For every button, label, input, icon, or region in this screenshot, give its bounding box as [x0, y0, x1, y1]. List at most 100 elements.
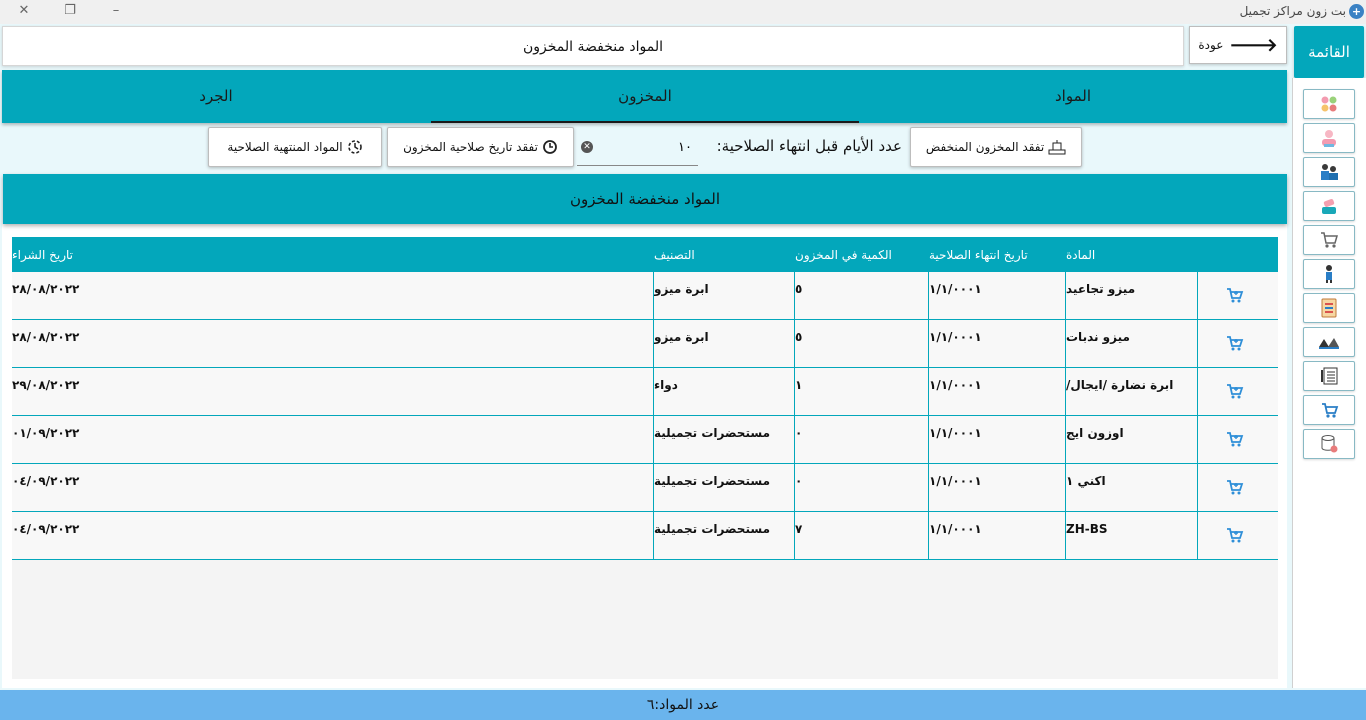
table-row[interactable]: ميزو تجاعيد ١/١/٠٠٠١ ٥ ابرة ميزو ٢٨/٠٨/٢…	[12, 272, 1278, 320]
cell-item: ميزو تجاعيد	[1066, 272, 1198, 319]
service-icon	[1326, 265, 1332, 283]
table-row[interactable]: ميزو ندبات ١/١/٠٠٠١ ٥ ابرة ميزو ٢٨/٠٨/٢٠…	[12, 320, 1278, 368]
page-title: المواد منخفضة المخزون	[2, 26, 1184, 66]
table-row[interactable]: ZH-BS ١/١/٠٠٠١ ٧ مستحضرات تجميلية ٠٤/٠٩/…	[12, 512, 1278, 560]
tab-bar: المواد المخزون الجرد	[2, 70, 1287, 123]
cell-expiry: ١/١/٠٠٠١	[929, 512, 1066, 559]
table-header: المادة تاريخ انتهاء الصلاحية الكمية في ا…	[12, 237, 1278, 272]
menu-button-purchases[interactable]	[1303, 225, 1355, 255]
menu-button-sales[interactable]	[1303, 395, 1355, 425]
cell-purchase-date: ٢٩/٠٨/٢٠٢٢	[12, 368, 654, 415]
cell-item: ZH-BS	[1066, 512, 1198, 559]
refresh-clock-icon	[543, 140, 557, 154]
sidebar	[1292, 78, 1366, 688]
cell-expiry: ١/١/٠٠٠١	[929, 272, 1066, 319]
add-to-cart-icon[interactable]	[1226, 382, 1244, 400]
clear-input-icon[interactable]: ✕	[581, 141, 593, 153]
cell-category: ابرة ميزو	[654, 272, 795, 319]
cell-purchase-date: ٠٤/٠٩/٢٠٢٢	[12, 512, 654, 559]
menu-button-notebook[interactable]	[1303, 361, 1355, 391]
close-window-icon[interactable]: ✕	[14, 2, 34, 20]
status-bar: عدد المواد:٦	[0, 690, 1366, 720]
menu-button-reports[interactable]	[1303, 293, 1355, 323]
cell-purchase-date: ٢٨/٠٨/٢٠٢٢	[12, 272, 654, 319]
cell-purchase-date: ٢٨/٠٨/٢٠٢٢	[12, 320, 654, 367]
cell-quantity: ٠	[795, 464, 929, 511]
tab-stocktaking[interactable]: الجرد	[2, 70, 430, 123]
cell-purchase-date: ٠١/٠٩/٢٠٢٢	[12, 416, 654, 463]
menu-button-database[interactable]	[1303, 429, 1355, 459]
days-before-expiry-input[interactable]	[577, 130, 698, 166]
cell-expiry: ١/١/٠٠٠١	[929, 464, 1066, 511]
window-titlebar: ✕ ❐ – بت زون مراكز تجميل +	[0, 0, 1366, 24]
add-to-cart-icon[interactable]	[1226, 526, 1244, 544]
cell-expiry: ١/١/٠٠٠١	[929, 416, 1066, 463]
menu-button-categories[interactable]	[1303, 89, 1355, 119]
sales-icon	[1322, 403, 1339, 418]
check-expiry-button[interactable]: تفقد تاريخ صلاحية المخزون	[387, 127, 574, 167]
database-icon	[1321, 435, 1338, 453]
products-icon	[1322, 199, 1336, 214]
cell-quantity: ٥	[795, 272, 929, 319]
column-header-expiry[interactable]: تاريخ انتهاء الصلاحية	[929, 237, 1066, 272]
tab-items[interactable]: المواد	[859, 70, 1287, 123]
column-header-category[interactable]: التصنيف	[654, 237, 795, 272]
low-stock-table: المادة تاريخ انتهاء الصلاحية الكمية في ا…	[12, 237, 1278, 679]
cell-quantity: ٠	[795, 416, 929, 463]
table-row[interactable]: ابرة نضارة /ايجال/ ١/١/٠٠٠١ ١ دواء ٢٩/٠٨…	[12, 368, 1278, 416]
cell-purchase-date: ٠٤/٠٩/٢٠٢٢	[12, 464, 654, 511]
column-header-item[interactable]: المادة	[1066, 237, 1198, 272]
column-header-quantity[interactable]: الكمية في المخزون	[795, 237, 929, 272]
cell-item: ميزو ندبات	[1066, 320, 1198, 367]
app-logo-icon: +	[1349, 4, 1364, 19]
suppliers-icon	[1319, 338, 1339, 349]
window-title: بت زون مراكز تجميل	[1239, 4, 1346, 18]
cell-category: مستحضرات تجميلية	[654, 512, 795, 559]
cell-category: مستحضرات تجميلية	[654, 416, 795, 463]
section-title: المواد منخفضة المخزون	[3, 174, 1287, 224]
back-button-label: عودة	[1198, 38, 1224, 52]
minimize-window-icon[interactable]: –	[106, 2, 126, 20]
expired-items-icon	[347, 140, 362, 154]
restore-window-icon[interactable]: ❐	[60, 2, 80, 20]
menu-button-clients[interactable]	[1303, 123, 1355, 153]
tab-inventory[interactable]: المخزون	[431, 70, 859, 123]
days-before-expiry-label: عدد الأيام قبل انتهاء الصلاحية:	[716, 137, 902, 155]
menu-button-employees[interactable]	[1303, 157, 1355, 187]
menu-title[interactable]: القائمة	[1294, 26, 1364, 78]
cell-category: مستحضرات تجميلية	[654, 464, 795, 511]
menu-button-suppliers[interactable]	[1303, 327, 1355, 357]
add-to-cart-icon[interactable]	[1226, 430, 1244, 448]
expired-items-button[interactable]: المواد المنتهية الصلاحية	[208, 127, 382, 167]
add-to-cart-icon[interactable]	[1226, 334, 1244, 352]
cell-item: اكني ١	[1066, 464, 1198, 511]
table-row[interactable]: اوزون ايج ١/١/٠٠٠١ ٠ مستحضرات تجميلية ٠١…	[12, 416, 1278, 464]
cell-quantity: ٧	[795, 512, 929, 559]
beauty-clients-icon	[1322, 130, 1336, 147]
cell-category: ابرة ميزو	[654, 320, 795, 367]
expired-items-label: المواد المنتهية الصلاحية	[227, 140, 343, 154]
check-expiry-label: تفقد تاريخ صلاحية المخزون	[403, 140, 538, 154]
scale-icon	[1048, 140, 1066, 155]
notebook-icon	[1321, 367, 1338, 385]
cell-quantity: ١	[795, 368, 929, 415]
cell-expiry: ١/١/٠٠٠١	[929, 368, 1066, 415]
back-button[interactable]: 🡒 عودة	[1189, 26, 1287, 64]
check-low-stock-label: تفقد المخزون المنخفض	[925, 140, 1045, 154]
cell-expiry: ١/١/٠٠٠١	[929, 320, 1066, 367]
employees-icon	[1321, 164, 1338, 180]
menu-button-services[interactable]	[1303, 259, 1355, 289]
check-low-stock-button[interactable]: تفقد المخزون المنخفض	[910, 127, 1082, 167]
column-header-purchase-date[interactable]: تاريخ الشراء	[12, 237, 654, 272]
table-row[interactable]: اكني ١ ١/١/٠٠٠١ ٠ مستحضرات تجميلية ٠٤/٠٩…	[12, 464, 1278, 512]
add-to-cart-icon[interactable]	[1226, 478, 1244, 496]
cell-item: ابرة نضارة /ايجال/	[1066, 368, 1198, 415]
cell-quantity: ٥	[795, 320, 929, 367]
shopping-cart-icon	[1321, 232, 1338, 248]
report-icon	[1321, 298, 1337, 318]
cell-item: اوزون ايج	[1066, 416, 1198, 463]
menu-button-products[interactable]	[1303, 191, 1355, 221]
arrow-right-icon: 🡒	[1229, 34, 1278, 56]
cell-category: دواء	[654, 368, 795, 415]
add-to-cart-icon[interactable]	[1226, 286, 1244, 304]
